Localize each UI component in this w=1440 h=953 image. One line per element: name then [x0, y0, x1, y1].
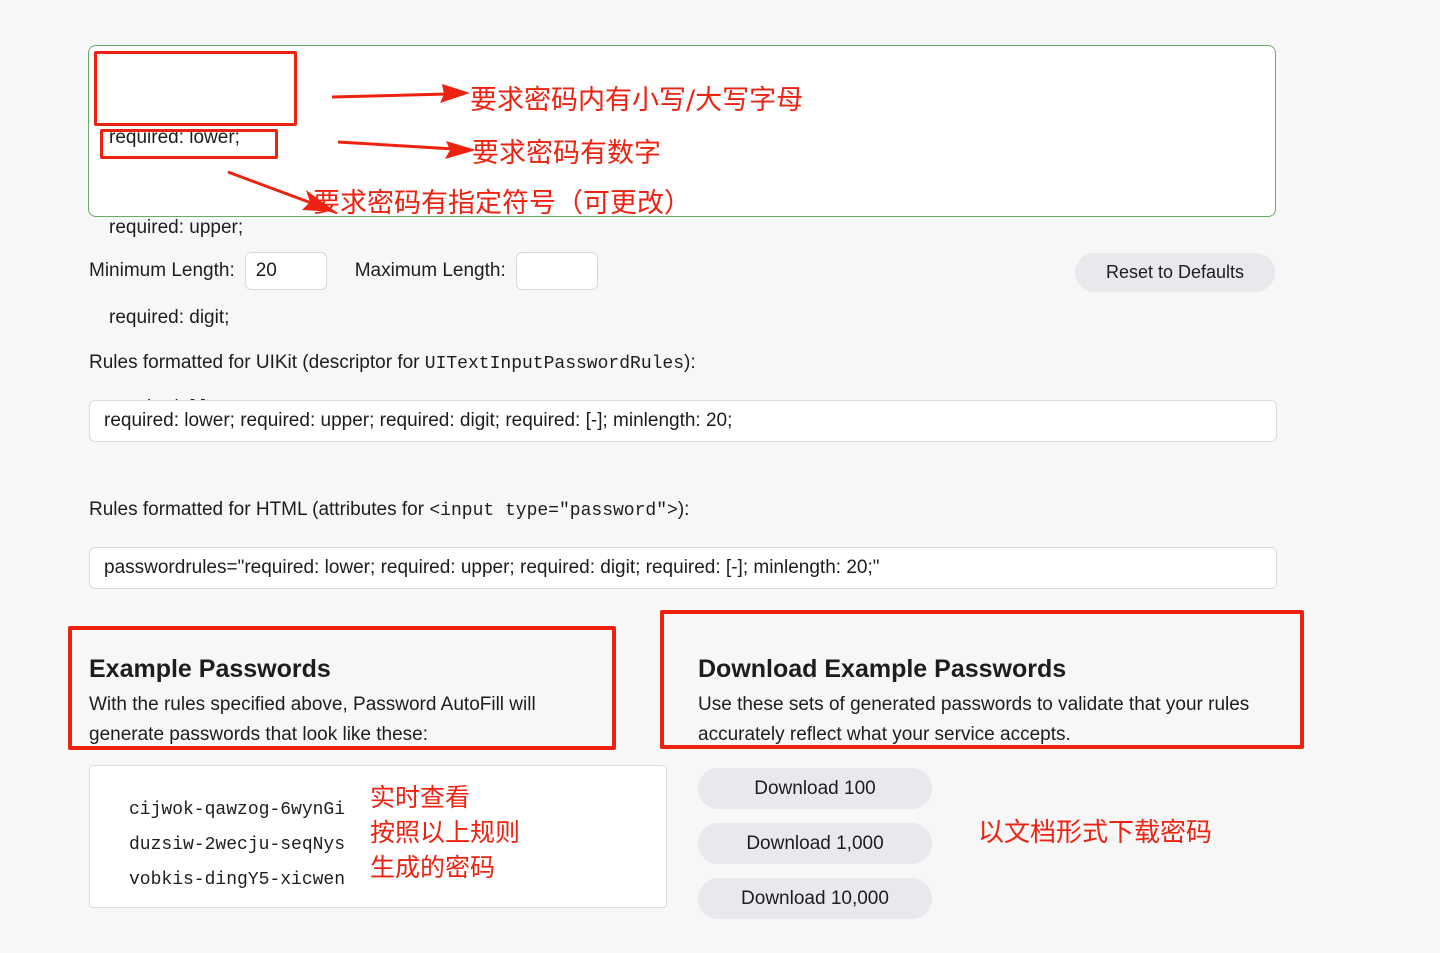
- uikit-rules-field[interactable]: required: lower; required: upper; requir…: [89, 400, 1277, 442]
- example-passwords-title: Example Passwords: [89, 655, 331, 683]
- download-passwords-body: Use these sets of generated passwords to…: [698, 694, 1250, 745]
- rule-line-digit: required: digit;: [109, 307, 230, 328]
- html-rules-field[interactable]: passwordrules="required: lower; required…: [89, 547, 1277, 589]
- rule-line-upper: required: upper;: [109, 217, 244, 238]
- annotation-symbol: 要求密码有指定符号（可更改）: [313, 188, 691, 219]
- example-password-1: cijwok-qawzog-6wynGi: [129, 800, 346, 820]
- annotation-live-preview-line-3: 生成的密码: [370, 853, 496, 882]
- uikit-label-suffix: ):: [684, 352, 696, 373]
- example-passwords-list: cijwok-qawzog-6wynGi duzsiw-2wecju-seqNy…: [129, 793, 345, 898]
- annotation-digit: 要求密码有数字: [472, 138, 661, 169]
- uikit-label-prefix: Rules formatted for UIKit (descriptor fo…: [89, 352, 425, 373]
- annotation-lower-upper: 要求密码内有小写/大写字母: [470, 85, 804, 116]
- password-rules-page: required: lower; required: upper; requir…: [0, 0, 1440, 953]
- html-label-suffix: ):: [677, 499, 690, 520]
- maximum-length-input[interactable]: [515, 252, 598, 290]
- html-rules-label: Rules formatted for HTML (attributes for…: [89, 499, 689, 521]
- rule-line-lower: required: lower;: [109, 127, 240, 148]
- download-1000-button[interactable]: Download 1,000: [698, 823, 932, 864]
- uikit-rules-label: Rules formatted for UIKit (descriptor fo…: [89, 352, 696, 374]
- reset-to-defaults-button[interactable]: Reset to Defaults: [1075, 253, 1275, 292]
- download-passwords-title: Download Example Passwords: [698, 655, 1067, 683]
- html-rules-value: passwordrules="required: lower; required…: [104, 557, 880, 578]
- download-10000-button[interactable]: Download 10,000: [698, 878, 932, 919]
- annotation-live-preview-line-2: 按照以上规则: [370, 818, 521, 847]
- minimum-length-input[interactable]: [244, 252, 327, 290]
- minimum-length-label: Minimum Length:: [89, 260, 235, 281]
- annotation-live-preview-line-1: 实时查看: [370, 783, 471, 812]
- example-password-3: vobkis-dingY5-xicwen: [129, 870, 346, 890]
- html-label-code: <input type="password">: [429, 501, 678, 521]
- maximum-length-label: Maximum Length:: [354, 260, 506, 281]
- example-password-2: duzsiw-2wecju-seqNys: [129, 835, 346, 855]
- annotation-live-preview: 实时查看 按照以上规则 生成的密码: [370, 780, 520, 885]
- download-100-button[interactable]: Download 100: [698, 768, 932, 809]
- html-label-prefix: Rules formatted for HTML (attributes for: [89, 499, 430, 520]
- length-settings-row: Minimum Length: Maximum Length:: [89, 252, 598, 290]
- uikit-rules-value: required: lower; required: upper; requir…: [104, 410, 733, 431]
- annotation-download-doc: 以文档形式下载密码: [978, 818, 1213, 848]
- uikit-label-code: UITextInputPasswordRules: [424, 354, 685, 374]
- example-passwords-body: With the rules specified above, Password…: [89, 694, 536, 745]
